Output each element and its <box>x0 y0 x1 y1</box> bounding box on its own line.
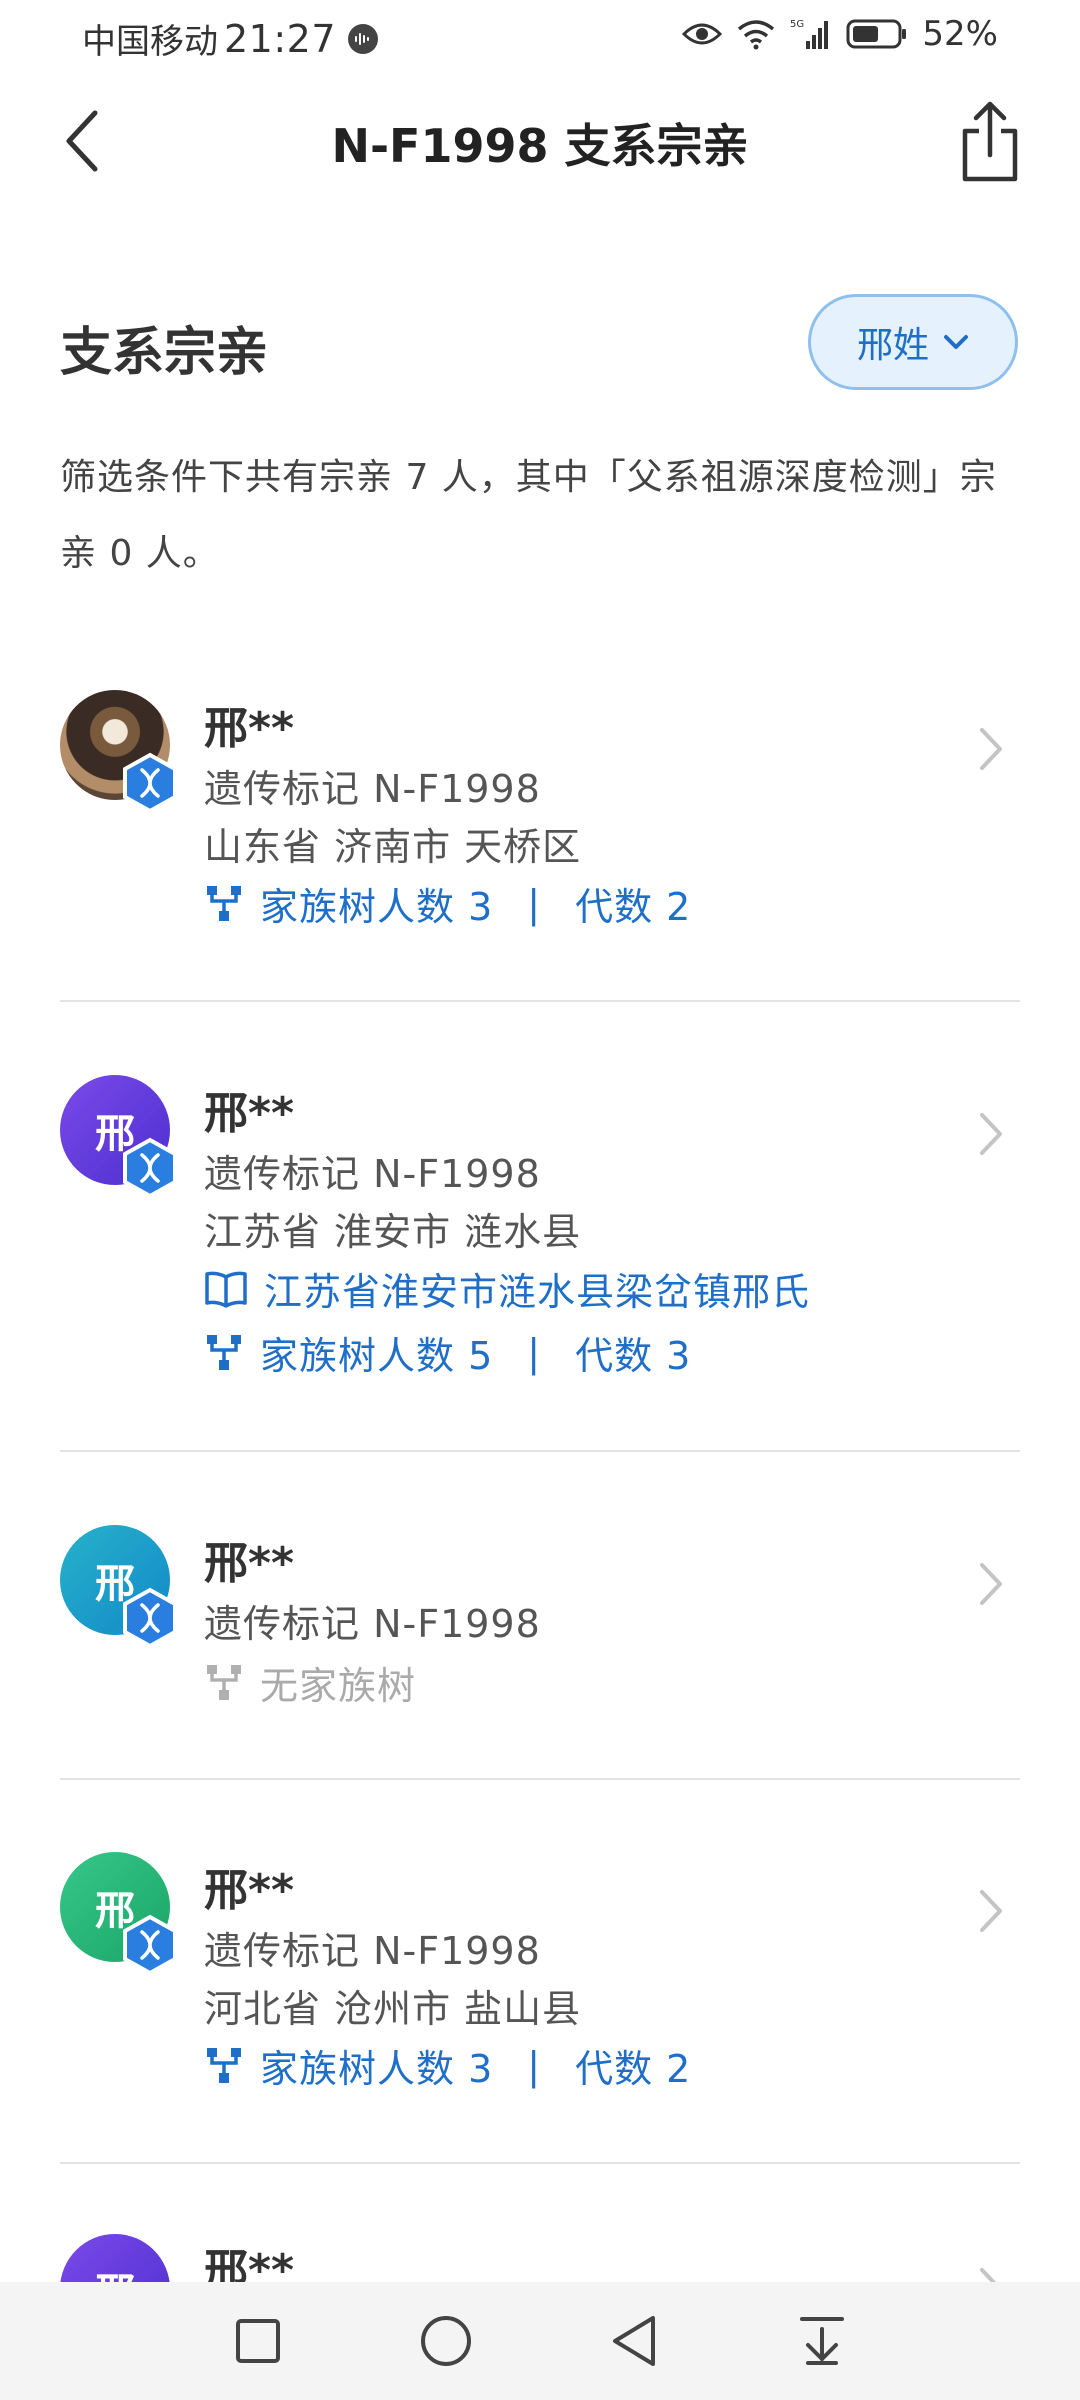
circle-nav-icon <box>421 2316 471 2366</box>
relative-name: 邢** <box>204 2245 295 2282</box>
book-icon <box>205 1271 247 1308</box>
genealogy-link[interactable]: 江苏省淮安市涟水县梁岔镇邢氏 <box>204 1261 810 1316</box>
genetic-marker: 遗传标记 N-F1998 <box>204 1152 541 1196</box>
share-button[interactable] <box>952 98 1028 184</box>
genetic-marker: 遗传标记 N-F1998 <box>204 767 541 811</box>
family-tree-icon <box>207 1334 241 1370</box>
signal-icon: 5G <box>790 19 829 49</box>
chevron-right-icon <box>980 1113 1002 1155</box>
no-family-tree: 无家族树 <box>204 1655 416 1710</box>
chevron-right-icon <box>980 2268 997 2282</box>
tree-member-count: 家族树人数 5 <box>260 1334 494 1378</box>
tree-generations: 代数 2 <box>575 2047 692 2091</box>
tree-generations: 代数 3 <box>575 1334 692 1378</box>
chevron-right-icon <box>980 728 1002 770</box>
relative-card[interactable]: 邢** 遗传标记 N-F1998 山东省 济南市 天桥区 家族树人数 3 | 代数 … <box>60 690 1020 990</box>
chevron-down-icon <box>944 335 968 349</box>
tree-member-count: 家族树人数 3 <box>260 2047 494 2091</box>
avatar: 邢 <box>60 2234 170 2282</box>
wifi-icon <box>738 20 775 50</box>
section-title: 支系宗亲 <box>60 323 269 383</box>
clock: 21:27 <box>224 16 337 61</box>
relative-name: 邢** <box>204 1088 295 1139</box>
divider <box>60 1450 1020 1452</box>
eye-icon <box>682 23 723 45</box>
separator: | <box>527 1330 542 1375</box>
relative-card[interactable]: 邢 邢** <box>60 2234 1020 2282</box>
divider <box>60 1778 1020 1780</box>
carrier-label: 中国移动 <box>82 22 218 62</box>
share-icon <box>962 101 1018 182</box>
relative-name: 邢** <box>204 1538 295 1589</box>
relative-name: 邢** <box>204 1865 295 1916</box>
back-nav-button[interactable] <box>540 2282 728 2400</box>
surname-filter-button[interactable]: 邢姓 <box>808 294 1018 390</box>
family-tree-info[interactable]: 家族树人数 5 | 代数 3 <box>204 1325 691 1380</box>
triangle-nav-icon <box>613 2316 655 2366</box>
dna-badge-icon <box>122 1587 178 1649</box>
notification-pulldown-button[interactable] <box>728 2282 916 2400</box>
family-tree-icon <box>207 2047 241 2083</box>
genetic-marker: 遗传标记 N-F1998 <box>204 1602 541 1646</box>
relative-location: 江苏省 淮安市 涟水县 <box>204 1210 582 1254</box>
recording-icon <box>348 23 379 54</box>
battery-percent: 52% <box>922 14 998 54</box>
relative-location: 河北省 沧州市 盐山县 <box>204 1987 582 2031</box>
family-tree-icon <box>207 885 241 921</box>
dna-badge-icon <box>122 752 178 814</box>
page-title: N-F1998 支系宗亲 <box>331 119 749 173</box>
dna-badge-icon <box>122 1914 178 1976</box>
status-bar: 中国移动 21:27 5G 52% <box>0 0 1080 72</box>
genealogy-name: 江苏省淮安市涟水县梁岔镇邢氏 <box>264 1270 811 1314</box>
relative-name: 邢** <box>204 703 295 754</box>
family-tree-info[interactable]: 家族树人数 3 | 代数 2 <box>204 876 691 931</box>
relative-card[interactable]: 邢 邢** 遗传标记 N-F1998 河北省 沧州市 盐山县 家族树人数 3 | 代… <box>60 1852 1020 2132</box>
tree-generations: 代数 2 <box>575 885 692 929</box>
battery-icon <box>846 19 907 49</box>
summary-text: 筛选条件下共有宗亲 7 人，其中「父系祖源深度检测」宗亲 0 人。 <box>60 457 997 574</box>
relative-card[interactable]: 邢 邢** 遗传标记 N-F1998 无家族树 <box>60 1525 1020 1725</box>
family-tree-info[interactable]: 家族树人数 3 | 代数 2 <box>204 2038 691 2093</box>
home-button[interactable] <box>352 2282 540 2400</box>
svg-text:5G: 5G <box>790 19 804 30</box>
separator: | <box>527 2043 542 2088</box>
relative-card[interactable]: 邢 邢** 遗传标记 N-F1998 江苏省 淮安市 涟水县 江苏省淮安市涟水县… <box>60 1075 1020 1415</box>
no-tree-label: 无家族树 <box>260 1664 417 1708</box>
relative-location: 山东省 济南市 天桥区 <box>204 825 582 869</box>
tree-member-count: 家族树人数 3 <box>260 885 494 929</box>
separator: | <box>527 881 542 926</box>
download-nav-icon <box>800 2317 844 2365</box>
nav-bar: N-F1998 支系宗亲 <box>0 86 1080 196</box>
divider <box>60 2162 1020 2164</box>
genetic-marker: 遗传标记 N-F1998 <box>204 1929 541 1973</box>
recents-button[interactable] <box>164 2282 352 2400</box>
divider <box>60 1000 1020 1002</box>
chevron-right-icon <box>980 1563 1002 1605</box>
dna-badge-icon <box>122 1137 178 1199</box>
family-tree-icon <box>207 1664 241 1700</box>
surname-filter-label: 邢姓 <box>856 325 929 366</box>
chevron-right-icon <box>980 1890 1002 1932</box>
status-right: 5G 52% <box>682 14 998 54</box>
status-left: 中国移动 21:27 <box>82 14 379 63</box>
square-nav-icon <box>236 2319 280 2363</box>
system-nav-bar <box>0 2282 1080 2400</box>
